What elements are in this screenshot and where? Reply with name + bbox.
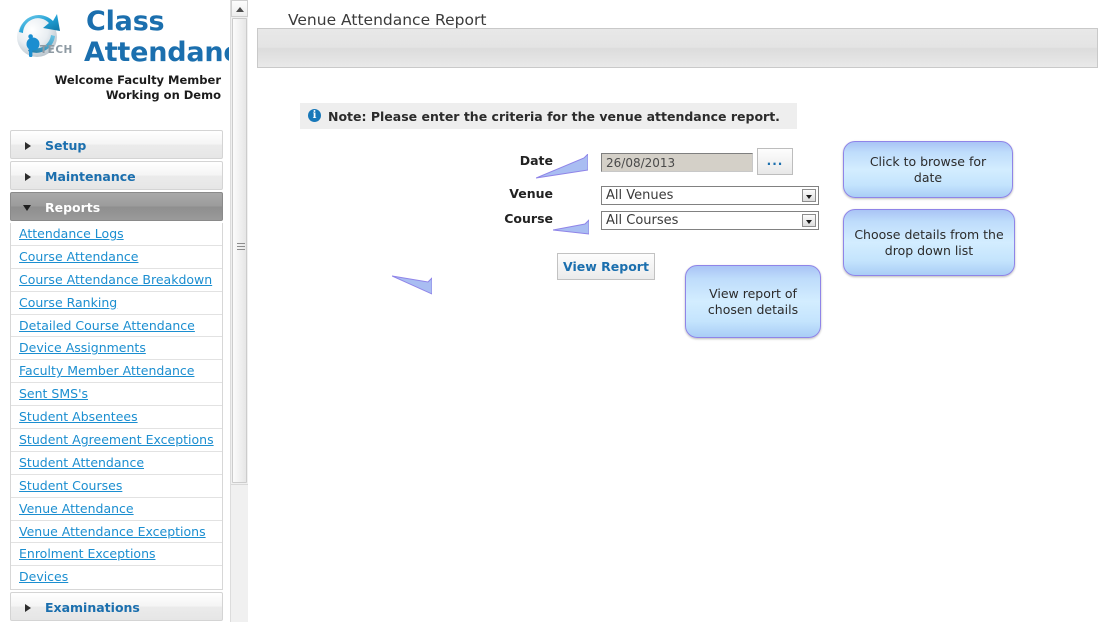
sidebar-item-student-attendance[interactable]: Student Attendance	[11, 452, 222, 475]
sidebar-item-device-assignments[interactable]: Device Assignments	[11, 337, 222, 361]
app-title-line1: Class	[86, 6, 165, 37]
note-banner: i Note: Please enter the criteria for th…	[300, 103, 797, 129]
sidebar-item-venue-attendance-exceptions[interactable]: Venue Attendance Exceptions	[11, 521, 222, 544]
left-navigation-panel: TECH Class Attendance Welcome Faculty Me…	[0, 0, 229, 622]
globe-arrow-logo-icon: TECH	[6, 6, 84, 68]
sidebar-section-label: Reports	[45, 200, 101, 215]
sidebar-section-setup[interactable]: Setup	[10, 130, 223, 159]
info-icon: i	[308, 109, 321, 122]
course-selected-value: All Courses	[606, 213, 679, 228]
callout-text: Click to browse for date	[869, 153, 987, 185]
app-title: Class Attendance	[84, 6, 229, 68]
chevron-down-icon[interactable]	[802, 214, 816, 227]
brand-header: TECH Class Attendance Welcome Faculty Me…	[0, 0, 229, 108]
app-title-line2: Attendance	[84, 37, 229, 68]
view-report-button[interactable]: View Report	[557, 253, 655, 280]
sidebar-item-sent-sms[interactable]: Sent SMS's	[11, 383, 222, 407]
venue-selected-value: All Venues	[606, 188, 674, 203]
page-title: Venue Attendance Report	[288, 11, 487, 29]
callout-date-hint: Click to browse for date	[843, 141, 1013, 198]
sidebar-section-reports[interactable]: Reports	[10, 192, 223, 221]
chevron-down-icon[interactable]	[802, 189, 816, 202]
sidebar-report-links: Attendance Logs Course Attendance Course…	[10, 223, 223, 591]
scroll-up-arrow-icon	[235, 6, 244, 12]
venue-select[interactable]: All Venues	[601, 186, 819, 205]
sidebar-section-label: Examinations	[45, 600, 140, 616]
main-content: Venue Attendance Report i Note: Please e…	[257, 0, 1100, 622]
sidebar-item-detailed-course-attendance[interactable]: Detailed Course Attendance	[11, 315, 222, 338]
callout-tail-view	[392, 272, 432, 298]
sidebar-item-enrolment-exceptions[interactable]: Enrolment Exceptions	[11, 543, 222, 567]
date-browse-button[interactable]: ...	[757, 148, 793, 175]
scroll-up-button[interactable]	[231, 0, 248, 17]
sidebar-item-course-attendance-breakdown[interactable]: Course Attendance Breakdown	[11, 269, 222, 292]
sidebar-item-student-agreement-exceptions[interactable]: Student Agreement Exceptions	[11, 429, 222, 452]
scrollbar-thumb[interactable]	[232, 18, 247, 483]
sidebar-section-label: Setup	[45, 138, 87, 153]
sidebar-section-examinations[interactable]: Examinations	[10, 592, 223, 622]
date-input[interactable]: 26/08/2013	[601, 153, 753, 172]
callout-tail-dropdowns	[553, 216, 589, 238]
callout-tail-date	[536, 154, 588, 180]
svg-text:TECH: TECH	[40, 44, 73, 56]
page-header-bar	[257, 28, 1098, 68]
sidebar-item-attendance-logs[interactable]: Attendance Logs	[11, 223, 222, 246]
sidebar-item-course-ranking[interactable]: Course Ranking	[11, 292, 222, 315]
callout-text: View report of chosen details	[707, 285, 799, 317]
chevron-right-icon	[25, 603, 31, 612]
sidebar-section-maintenance[interactable]: Maintenance	[10, 161, 223, 190]
sidebar-item-student-absentees[interactable]: Student Absentees	[11, 406, 222, 430]
welcome-message: Welcome Faculty Member Working on Demo	[1, 73, 221, 103]
sidebar-item-faculty-member-attendance[interactable]: Faculty Member Attendance	[11, 360, 222, 384]
welcome-context: Working on Demo	[105, 88, 221, 102]
course-label: Course	[504, 211, 553, 226]
sidebar-item-venue-attendance[interactable]: Venue Attendance	[11, 498, 222, 521]
callout-dropdown-hint: Choose details from the drop down list	[843, 209, 1015, 276]
welcome-user: Welcome Faculty Member	[54, 73, 221, 87]
sidebar-scrollbar[interactable]	[230, 0, 249, 622]
chevron-down-icon	[23, 204, 31, 211]
application-window: TECH Class Attendance Welcome Faculty Me…	[0, 0, 1100, 622]
chevron-right-icon	[25, 141, 31, 150]
panel-gutter	[248, 0, 257, 622]
sidebar-item-devices[interactable]: Devices	[11, 566, 222, 589]
sidebar-menu: Setup Maintenance Reports Attendance Log…	[10, 130, 223, 622]
course-select[interactable]: All Courses	[601, 211, 819, 230]
sidebar-section-label: Maintenance	[45, 169, 136, 184]
callout-view-report-hint: View report of chosen details	[685, 265, 821, 338]
venue-label: Venue	[509, 186, 553, 201]
note-text: Note: Please enter the criteria for the …	[328, 109, 780, 124]
sidebar-item-student-courses[interactable]: Student Courses	[11, 475, 222, 498]
callout-text: Choose details from the drop down list	[854, 226, 1004, 258]
scrollbar-track-divider	[231, 484, 248, 485]
chevron-right-icon	[25, 172, 31, 181]
scroll-grip-icon	[237, 243, 245, 250]
sidebar-item-course-attendance[interactable]: Course Attendance	[11, 246, 222, 269]
